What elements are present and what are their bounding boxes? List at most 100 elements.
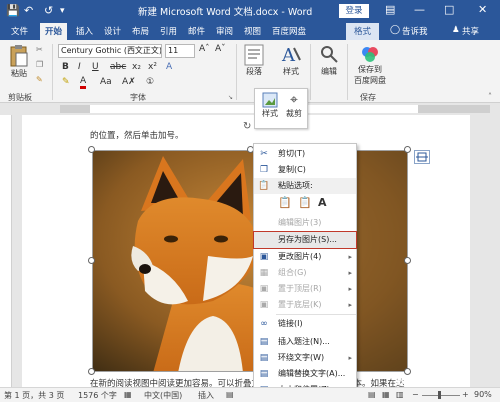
minimize-icon[interactable]: — xyxy=(414,3,425,16)
strikethrough-icon[interactable]: abc xyxy=(110,62,126,72)
tab-design[interactable]: 设计 xyxy=(104,25,121,37)
tab-insert[interactable]: 插入 xyxy=(76,25,93,37)
login-button[interactable]: 登录 xyxy=(339,4,369,18)
group-divider xyxy=(236,44,237,100)
mini-style-button[interactable]: 样式 xyxy=(259,92,281,119)
zoom-out-icon[interactable]: − xyxy=(412,390,419,399)
save-baidu-label2: 百度网盘 xyxy=(354,76,386,85)
horizontal-ruler xyxy=(0,103,500,115)
document-line-1[interactable]: 的位置，然后单击加号。 xyxy=(90,129,184,141)
menu-item-change-picture[interactable]: ▣ 更改图片(4) ▸ xyxy=(254,249,356,265)
share-button[interactable]: 共享 xyxy=(462,25,479,37)
resize-handle-right[interactable] xyxy=(404,257,411,264)
zoom-slider[interactable] xyxy=(422,395,460,396)
font-color-icon[interactable]: A xyxy=(80,77,87,89)
grow-font-icon[interactable]: Aˆ xyxy=(199,44,210,54)
menu-item-save-as-picture[interactable]: 另存为图片(S)... xyxy=(253,231,357,249)
tab-file[interactable]: 文件 xyxy=(11,25,28,37)
mini-crop-button[interactable]: ⌖ 裁剪 xyxy=(283,92,305,119)
copy-icon[interactable]: ❐ xyxy=(36,60,43,69)
font-dialog-launcher-icon[interactable]: ↘ xyxy=(228,94,233,101)
macro-icon[interactable]: ▤ xyxy=(226,390,234,399)
text-effects-icon[interactable]: A xyxy=(166,62,172,72)
menu-item-insert-caption[interactable]: ▤ 插入题注(N)... xyxy=(254,334,356,350)
ribbon: 粘贴 ✂ ❐ ✎ 剪贴板 Century Gothic (西文正文) 11 Aˆ… xyxy=(0,40,500,103)
shrink-font-icon[interactable]: Aˇ xyxy=(215,44,226,54)
paste-keep-format-icon[interactable]: 📋 xyxy=(278,196,292,212)
rotate-handle-icon[interactable]: ↻ xyxy=(243,121,251,132)
tab-references[interactable]: 引用 xyxy=(160,25,177,37)
paste-text-only-icon[interactable]: A xyxy=(318,196,332,212)
cut-icon[interactable]: ✂ xyxy=(36,45,43,54)
web-layout-icon[interactable]: ▥ xyxy=(396,390,404,399)
share-icon[interactable]: ♟ xyxy=(452,25,460,35)
lightbulb-icon: ◯ xyxy=(390,25,401,35)
tab-review[interactable]: 审阅 xyxy=(216,25,233,37)
redo-icon[interactable]: ↺ xyxy=(44,4,53,18)
language-indicator[interactable]: 中文(中国) xyxy=(144,390,182,401)
zoom-in-icon[interactable]: + xyxy=(462,390,469,399)
resize-handle-tl[interactable] xyxy=(88,146,95,153)
bold-button[interactable]: B xyxy=(62,62,69,72)
zoom-level[interactable]: 90% xyxy=(474,390,492,399)
menu-separator xyxy=(276,314,356,315)
fox-photo[interactable] xyxy=(92,150,408,372)
highlight-icon[interactable]: ✎ xyxy=(62,77,70,87)
save-baidu-button[interactable]: 保存到 百度网盘 xyxy=(352,44,388,86)
menu-item-cut[interactable]: ✂ 剪切(T) xyxy=(254,146,356,162)
font-name-select[interactable]: Century Gothic (西文正文) xyxy=(58,44,162,58)
tab-format[interactable]: 格式 xyxy=(346,23,380,40)
enclose-char-icon[interactable]: ① xyxy=(146,77,154,87)
ribbon-display-icon[interactable]: ▤ xyxy=(385,3,395,16)
paste-merge-format-icon[interactable]: 📋 xyxy=(298,196,312,212)
menu-item-wrap-text[interactable]: ▤ 环绕文字(W) ▸ xyxy=(254,350,356,366)
editing-button[interactable]: 编辑 xyxy=(316,44,342,77)
menu-item-copy[interactable]: ❐ 复制(C) xyxy=(254,162,356,178)
underline-button[interactable]: U xyxy=(92,62,99,72)
layout-options-icon[interactable] xyxy=(414,150,430,164)
page-count[interactable]: 第 1 页，共 3 页 xyxy=(4,390,64,401)
tab-layout[interactable]: 布局 xyxy=(132,25,149,37)
resize-handle-bl[interactable] xyxy=(88,368,95,375)
paste-button[interactable]: 粘贴 xyxy=(6,44,32,79)
save-icon[interactable]: 💾 xyxy=(6,4,20,18)
subscript-icon[interactable]: x₂ xyxy=(132,62,141,72)
print-layout-icon[interactable]: ▦ xyxy=(382,390,390,399)
menu-item-link[interactable]: ∞ 链接(I) xyxy=(254,316,356,332)
paste-icon xyxy=(10,45,28,67)
zoom-slider-thumb[interactable] xyxy=(438,391,441,399)
tab-baidu-pan[interactable]: 百度网盘 xyxy=(272,25,306,37)
collapse-ribbon-icon[interactable]: ˄ xyxy=(488,92,492,101)
wrap-text-icon: ▤ xyxy=(259,353,269,363)
maximize-icon[interactable]: □ xyxy=(444,3,454,16)
tab-home[interactable]: 开始 xyxy=(40,23,68,40)
styles-button[interactable]: A 样式 xyxy=(278,44,304,77)
customize-qat-icon[interactable]: ▾ xyxy=(60,4,65,18)
clear-format-icon[interactable]: A✗ xyxy=(122,77,136,87)
insert-mode[interactable]: 插入 xyxy=(198,390,214,401)
read-mode-icon[interactable]: ▤ xyxy=(368,390,376,399)
mini-toolbar: 样式 ⌖ 裁剪 xyxy=(254,88,308,129)
styles-icon: A xyxy=(281,45,301,66)
close-icon[interactable]: ✕ xyxy=(478,3,487,16)
superscript-icon[interactable]: x² xyxy=(148,62,157,72)
undo-icon[interactable]: ↶ xyxy=(24,4,33,18)
paragraph-button[interactable]: 段落 xyxy=(241,44,267,77)
tell-me-search[interactable]: 告诉我 xyxy=(402,25,428,37)
menu-item-edit-alt-text[interactable]: ▤ 编辑替换文字(A)... xyxy=(254,366,356,382)
change-case-icon[interactable]: Aa xyxy=(100,77,112,87)
group-divider xyxy=(310,44,311,100)
bring-front-icon: ▣ xyxy=(259,284,269,294)
resize-handle-tr[interactable] xyxy=(404,146,411,153)
format-painter-icon[interactable]: ✎ xyxy=(36,75,43,84)
tab-mailings[interactable]: 邮件 xyxy=(188,25,205,37)
font-size-select[interactable]: 11 xyxy=(165,44,195,58)
menu-item-edit-picture: 编辑图片(3) xyxy=(278,218,322,227)
italic-button[interactable]: I xyxy=(78,62,81,72)
resize-handle-left[interactable] xyxy=(88,257,95,264)
proofing-icon[interactable]: ▦ xyxy=(124,390,132,399)
word-count[interactable]: 1576 个字 xyxy=(78,390,117,401)
paste-label: 粘贴 xyxy=(11,69,27,78)
copy-icon: ❐ xyxy=(259,165,269,175)
tab-view[interactable]: 视图 xyxy=(244,25,261,37)
